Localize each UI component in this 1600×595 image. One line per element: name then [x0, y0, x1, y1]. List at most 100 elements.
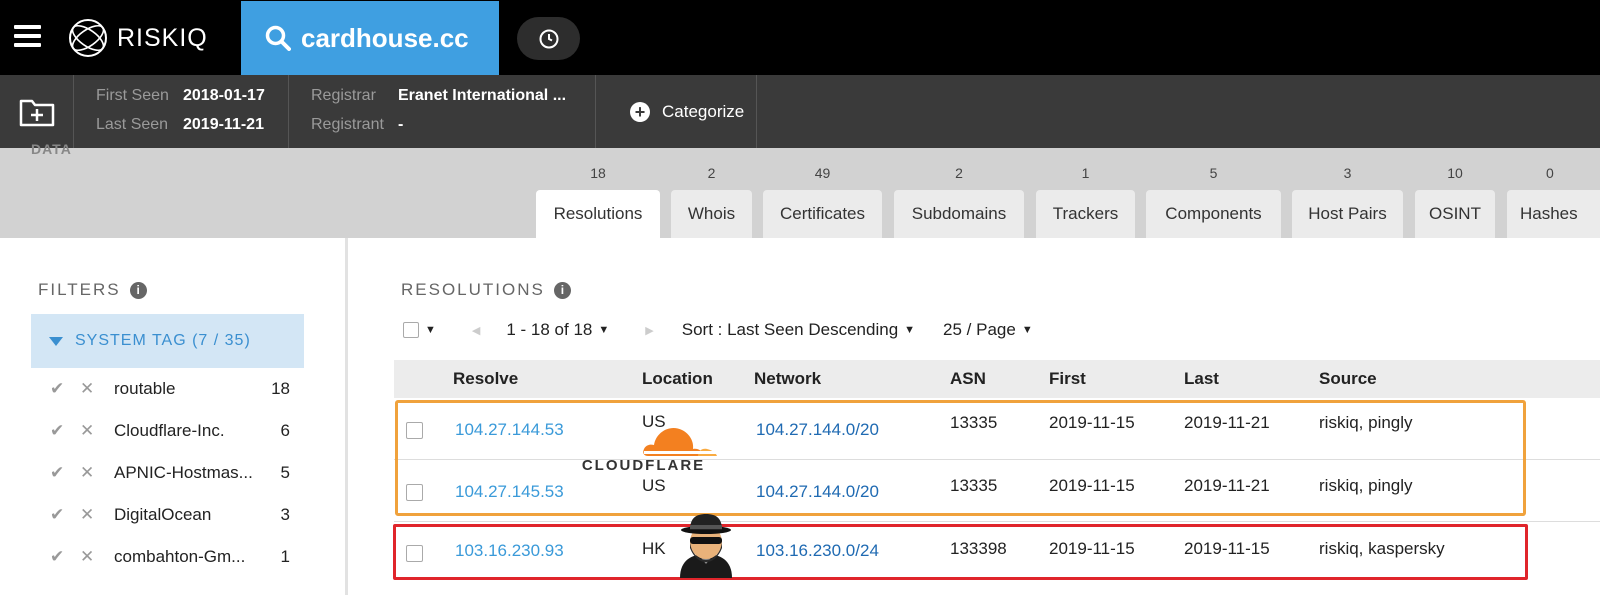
brand-name: RISKIQ — [117, 23, 208, 52]
column-header-resolve[interactable]: Resolve — [453, 369, 518, 389]
filters-title-text: FILTERS — [38, 280, 121, 299]
tab-count-host-pairs: 3 — [1343, 165, 1352, 181]
include-check-icon[interactable]: ✔ — [50, 505, 80, 525]
next-page-icon[interactable]: ▶ — [645, 324, 653, 337]
include-check-icon[interactable]: ✔ — [50, 379, 80, 399]
exclude-x-icon[interactable]: ✕ — [80, 505, 114, 525]
info-icon[interactable]: i — [129, 281, 147, 299]
column-header-first[interactable]: First — [1049, 369, 1086, 389]
system-tag-group[interactable]: SYSTEM TAG (7 / 35) — [31, 314, 304, 368]
seen-dates: First Seen 2018-01-17 Last Seen 2019-11-… — [74, 75, 289, 148]
categorize-button[interactable]: + Categorize — [596, 75, 757, 148]
filters-sidebar: FILTERS i SYSTEM TAG (7 / 35) ✔ ✕ routab… — [0, 238, 348, 595]
registrant-value: - — [398, 116, 404, 133]
sort-caret-icon[interactable]: ▼ — [904, 324, 915, 336]
registrar-label: Registrar — [311, 87, 376, 104]
search-query: cardhouse.cc — [301, 22, 469, 53]
filter-item: ✔ ✕ APNIC-Hostmas... 5 — [50, 461, 290, 485]
exclude-x-icon[interactable]: ✕ — [80, 421, 114, 441]
add-to-project-button[interactable] — [0, 75, 74, 148]
per-page-dropdown[interactable]: 25 / Page — [943, 320, 1016, 340]
last-seen-label: Last Seen — [96, 116, 169, 133]
last-seen-value: 2019-11-21 — [183, 116, 264, 133]
column-header-location[interactable]: Location — [642, 369, 713, 389]
tab-certificates[interactable]: Certificates — [763, 190, 882, 238]
folder-add-icon — [19, 99, 54, 126]
cloud-icon — [643, 427, 718, 456]
cloudflare-logo-text: CLOUDFLARE — [581, 457, 706, 474]
system-tag-label: SYSTEM TAG (7 / 35) — [75, 332, 251, 349]
table-toolbar: ▼ ◀ 1 - 18 of 18 ▼ ▶ Sort : Last Seen De… — [403, 318, 1033, 342]
registration-info: Registrar Eranet International ... Regis… — [289, 75, 596, 148]
suspicious-highlight-box — [393, 524, 1528, 580]
tab-count-whois: 2 — [707, 165, 716, 181]
filter-item: ✔ ✕ Cloudflare-Inc. 6 — [50, 419, 290, 443]
per-page-caret-icon[interactable]: ▼ — [1022, 324, 1033, 336]
cloudflare-highlight-box — [395, 400, 1526, 516]
filter-name[interactable]: DigitalOcean — [114, 505, 260, 525]
prev-page-icon[interactable]: ◀ — [472, 324, 480, 337]
tab-count-osint: 10 — [1447, 165, 1463, 181]
column-header-network[interactable]: Network — [754, 369, 821, 389]
top-bar: RISKIQ cardhouse.cc — [0, 0, 1600, 75]
info-bar: First Seen 2018-01-17 Last Seen 2019-11-… — [0, 75, 1600, 148]
filter-count: 1 — [280, 547, 290, 566]
menu-icon[interactable] — [14, 25, 41, 47]
riskiq-logo-mark-icon — [69, 19, 107, 57]
sort-dropdown[interactable]: Sort : Last Seen Descending — [682, 320, 898, 340]
search-box[interactable]: cardhouse.cc — [241, 1, 499, 75]
first-seen-label: First Seen — [96, 87, 169, 104]
tab-count-trackers: 1 — [1081, 165, 1090, 181]
filter-name[interactable]: Cloudflare-Inc. — [114, 421, 260, 441]
resolutions-title-text: RESOLUTIONS — [401, 280, 545, 299]
tab-hashes[interactable]: Hashes — [1507, 190, 1600, 238]
hacker-icon — [676, 512, 736, 578]
select-all-checkbox[interactable] — [403, 322, 419, 338]
filter-item: ✔ ✕ routable 18 — [50, 377, 290, 401]
column-header-asn[interactable]: ASN — [950, 369, 986, 389]
exclude-x-icon[interactable]: ✕ — [80, 547, 114, 567]
search-icon — [265, 25, 291, 51]
filter-name[interactable]: APNIC-Hostmas... — [114, 463, 260, 483]
exclude-x-icon[interactable]: ✕ — [80, 463, 114, 483]
first-seen-value: 2018-01-17 — [183, 87, 265, 104]
filter-count: 5 — [280, 463, 290, 482]
column-header-source[interactable]: Source — [1319, 369, 1377, 389]
clock-icon — [539, 29, 558, 48]
tab-osint[interactable]: OSINT — [1415, 190, 1495, 238]
registrant-label: Registrant — [311, 116, 384, 133]
tab-subdomains[interactable]: Subdomains — [894, 190, 1024, 238]
history-button[interactable] — [517, 17, 580, 60]
riskiq-logo[interactable]: RISKIQ — [67, 18, 208, 58]
tab-count-certificates: 49 — [814, 165, 831, 181]
categorize-label: Categorize — [662, 101, 745, 121]
tab-trackers[interactable]: Trackers — [1036, 190, 1135, 238]
tab-count-resolutions: 18 — [590, 165, 606, 181]
pagination-caret-icon[interactable]: ▼ — [598, 324, 609, 336]
include-check-icon[interactable]: ✔ — [50, 421, 80, 441]
exclude-x-icon[interactable]: ✕ — [80, 379, 114, 399]
filter-item: ✔ ✕ DigitalOcean 3 — [50, 503, 290, 527]
registrar-value[interactable]: Eranet International ... — [398, 87, 566, 105]
filter-name[interactable]: combahton-Gm... — [114, 547, 260, 567]
filter-count: 3 — [280, 505, 290, 524]
select-menu-caret-icon[interactable]: ▼ — [425, 324, 436, 336]
tab-components[interactable]: Components — [1146, 190, 1281, 238]
tab-resolutions[interactable]: Resolutions — [536, 190, 660, 238]
include-check-icon[interactable]: ✔ — [50, 463, 80, 483]
filter-count: 6 — [280, 421, 290, 440]
tab-host-pairs[interactable]: Host Pairs — [1292, 190, 1403, 238]
cloudflare-logo: CLOUDFLARE — [566, 418, 721, 474]
pagination-label[interactable]: 1 - 18 of 18 — [506, 320, 592, 340]
filter-name[interactable]: routable — [114, 379, 260, 399]
resolutions-title: RESOLUTIONS i — [401, 280, 571, 300]
tab-whois[interactable]: Whois — [671, 190, 752, 238]
data-tabs-area: DATA 18 Resolutions 2 Whois 49 Certifica… — [0, 141, 1600, 238]
info-icon[interactable]: i — [553, 281, 571, 299]
filter-item: ✔ ✕ combahton-Gm... 1 — [50, 545, 290, 569]
column-header-last[interactable]: Last — [1184, 369, 1219, 389]
tab-count-hashes: 0 — [1546, 165, 1554, 181]
include-check-icon[interactable]: ✔ — [50, 547, 80, 567]
tab-count-components: 5 — [1209, 165, 1218, 181]
tab-count-subdomains: 2 — [955, 165, 963, 181]
